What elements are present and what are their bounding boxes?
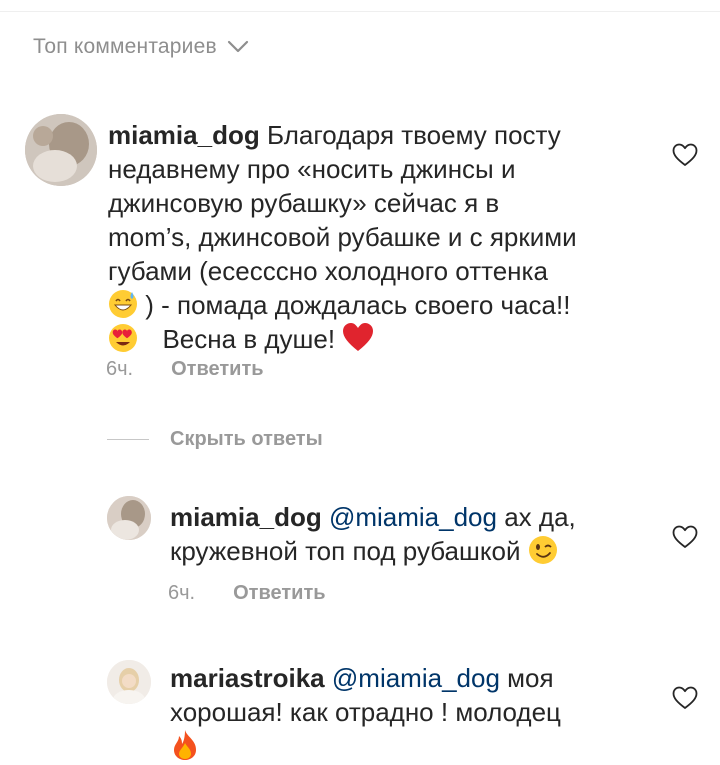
reply-button[interactable]: Ответить	[171, 358, 263, 381]
comment-text-line: джинсовую рубашку» сейчас я в	[108, 188, 500, 218]
chevron-down-icon	[227, 40, 248, 53]
hide-replies-button[interactable]: Скрыть ответы	[107, 428, 323, 451]
hide-replies-label: Скрыть ответы	[170, 428, 323, 450]
winking-face-emoji	[528, 536, 557, 565]
mention-link[interactable]: @miamia_dog	[329, 502, 497, 532]
heart-eyes-emoji	[109, 324, 137, 353]
sort-label: Топ комментариев	[33, 35, 217, 58]
fire-emoji	[174, 730, 196, 761]
like-heart-icon[interactable]	[672, 143, 698, 167]
reply-username[interactable]: mariastroika	[170, 663, 325, 693]
comment-username[interactable]: miamia_dog	[108, 120, 260, 150]
reply-text: хорошая! как отрадно ! молодец	[170, 697, 561, 727]
avatar[interactable]	[107, 496, 151, 540]
comment-text-line: губами (есесссно холодного оттенка	[108, 256, 548, 286]
divider	[107, 439, 149, 440]
reply-item: miamia_dog @miamia_dog ах да, кружевной …	[0, 496, 720, 606]
mention-link[interactable]: @miamia_dog	[332, 663, 500, 693]
comment-text-line: mom’s, джинсовой рубашке и с яркими	[108, 222, 577, 252]
reply-text: моя	[499, 663, 554, 693]
comment-text-line: ) - помада дождалась своего часа!!	[145, 290, 571, 320]
reply-username[interactable]: miamia_dog	[170, 502, 322, 532]
reply-text: кружевной топ под рубашкой	[170, 536, 521, 566]
top-divider	[0, 11, 720, 12]
comment-item: miamia_dog Благодаря твоему посту недавн…	[0, 114, 720, 394]
reply-text: ах да,	[496, 502, 576, 532]
grinning-sweat-emoji	[109, 290, 137, 319]
red-heart-emoji	[343, 323, 374, 352]
like-heart-icon[interactable]	[672, 686, 698, 710]
reply-button[interactable]: Ответить	[233, 582, 325, 605]
avatar[interactable]	[25, 114, 97, 186]
reply-timestamp: 6ч.	[168, 582, 196, 604]
comment-text-line: Весна в душе!	[162, 324, 336, 354]
like-heart-icon[interactable]	[672, 525, 698, 549]
comment-text-line: недавнему про «носить джинсы и	[108, 154, 516, 184]
comment-timestamp: 6ч.	[106, 358, 134, 380]
sort-dropdown[interactable]: Топ комментариев	[33, 35, 249, 59]
avatar[interactable]	[107, 660, 151, 704]
comment-text-line: Благодаря твоему посту	[266, 120, 561, 150]
reply-item: mariastroika @miamia_dog моя хорошая! ка…	[0, 657, 720, 765]
